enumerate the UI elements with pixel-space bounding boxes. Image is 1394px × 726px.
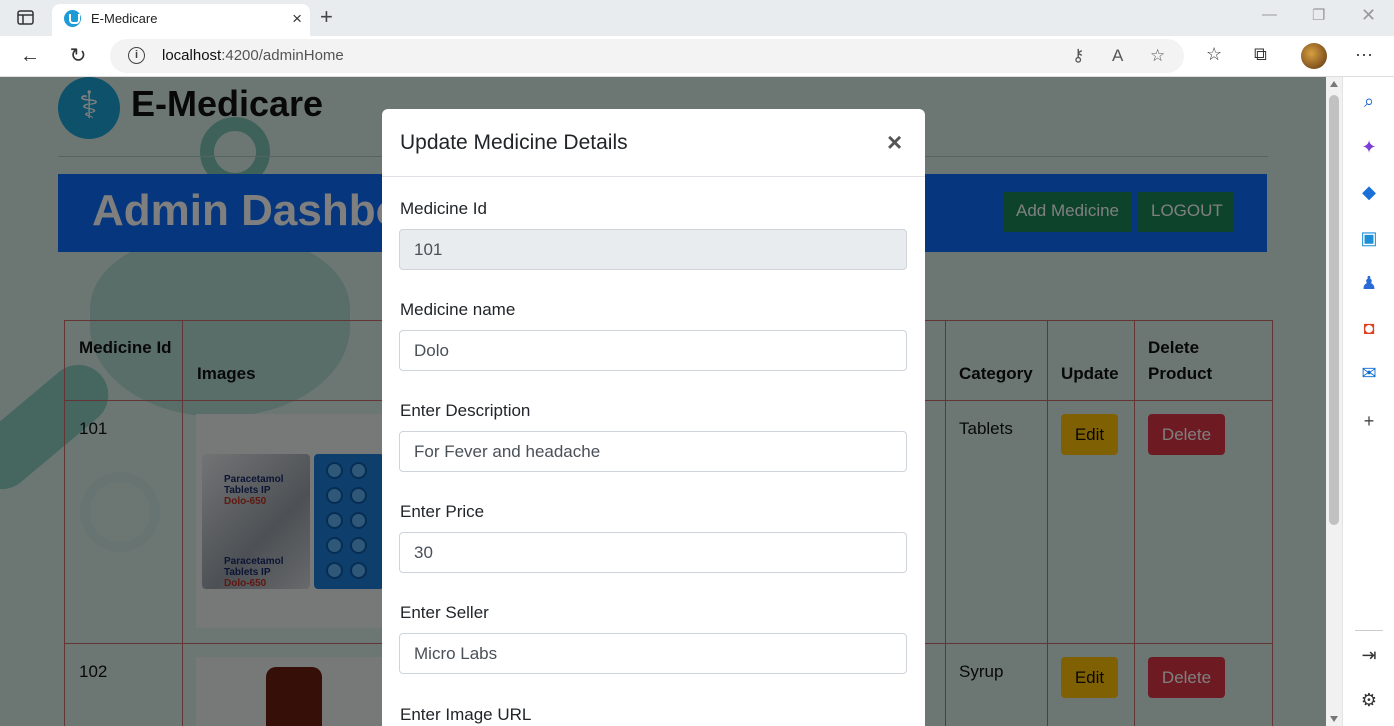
- site-info-icon[interactable]: i: [128, 47, 145, 64]
- close-icon[interactable]: ×: [887, 127, 902, 157]
- minimize-icon[interactable]: —: [1262, 6, 1277, 23]
- medicine-id-field: 101: [399, 229, 907, 270]
- collections-icon[interactable]: ⧉: [1254, 44, 1267, 65]
- profile-avatar[interactable]: [1301, 43, 1327, 69]
- add-sidebar-app-icon[interactable]: +: [1359, 411, 1379, 431]
- outlook-icon[interactable]: ✉: [1359, 363, 1379, 383]
- read-aloud-icon[interactable]: A: [1112, 46, 1123, 66]
- tab-title: E-Medicare: [91, 11, 158, 26]
- tools-icon[interactable]: ▣: [1359, 228, 1379, 248]
- hide-sidebar-icon[interactable]: ⇥: [1359, 645, 1379, 665]
- office-icon[interactable]: ◘: [1359, 318, 1379, 338]
- page-scrollbar[interactable]: [1326, 77, 1342, 726]
- new-tab-icon[interactable]: +: [320, 4, 333, 30]
- more-menu-icon[interactable]: ···: [1355, 44, 1373, 65]
- medicine-id-label: Medicine Id: [400, 199, 487, 218]
- settings-gear-icon[interactable]: ⚙: [1359, 690, 1379, 710]
- browser-tab[interactable]: E-Medicare ×: [52, 4, 310, 36]
- edge-sidebar: ⌕ ✦ ◆ ▣ ♟ ◘ ✉ + ⇥ ⚙: [1342, 77, 1394, 726]
- refresh-icon[interactable]: ↻: [64, 42, 92, 70]
- seller-field[interactable]: Micro Labs: [399, 633, 907, 674]
- scroll-down-icon[interactable]: [1330, 716, 1338, 722]
- medicine-name-label: Medicine name: [400, 300, 516, 319]
- tab-actions-icon[interactable]: [16, 8, 36, 28]
- browser-tab-bar: E-Medicare × + — ❐ ✕: [0, 0, 1394, 36]
- modal-title: Update Medicine Details: [400, 131, 628, 154]
- key-icon[interactable]: ⚷: [1072, 46, 1084, 66]
- modal-header: Update Medicine Details ×: [382, 109, 925, 177]
- copilot-icon[interactable]: ✦: [1359, 137, 1379, 157]
- favorites-icon[interactable]: ☆: [1206, 44, 1222, 65]
- add-favorite-icon[interactable]: ☆: [1150, 46, 1165, 66]
- price-label: Enter Price: [400, 502, 485, 521]
- seller-label: Enter Seller: [400, 603, 489, 622]
- image-url-label: Enter Image URL: [400, 705, 532, 724]
- page-content: E-Medicare Admin Dashboard Add Medicine …: [0, 77, 1326, 726]
- price-field[interactable]: 30: [399, 532, 907, 573]
- tab-close-icon[interactable]: ×: [292, 9, 302, 29]
- update-medicine-modal: Update Medicine Details × Medicine Id 10…: [382, 109, 925, 726]
- address-bar[interactable]: i localhost:4200/adminHome ⚷ A ☆: [110, 39, 1184, 73]
- description-field[interactable]: For Fever and headache: [399, 431, 907, 472]
- search-icon[interactable]: ⌕: [1359, 91, 1379, 111]
- sidebar-divider: [1355, 630, 1383, 631]
- description-label: Enter Description: [400, 401, 531, 420]
- scroll-up-icon[interactable]: [1330, 81, 1338, 87]
- scroll-thumb[interactable]: [1329, 95, 1339, 525]
- back-arrow-icon[interactable]: ←: [16, 42, 44, 70]
- restore-icon[interactable]: ❐: [1312, 6, 1325, 24]
- site-favicon-icon: [64, 10, 81, 27]
- shopping-tag-icon[interactable]: ◆: [1359, 182, 1379, 202]
- games-icon[interactable]: ♟: [1359, 273, 1379, 293]
- browser-toolbar: ← ↻ i localhost:4200/adminHome ⚷ A ☆ ☆ ⧉…: [0, 36, 1394, 77]
- medicine-name-field[interactable]: Dolo: [399, 330, 907, 371]
- url-text: localhost:4200/adminHome: [162, 47, 344, 64]
- window-close-icon[interactable]: ✕: [1361, 5, 1376, 26]
